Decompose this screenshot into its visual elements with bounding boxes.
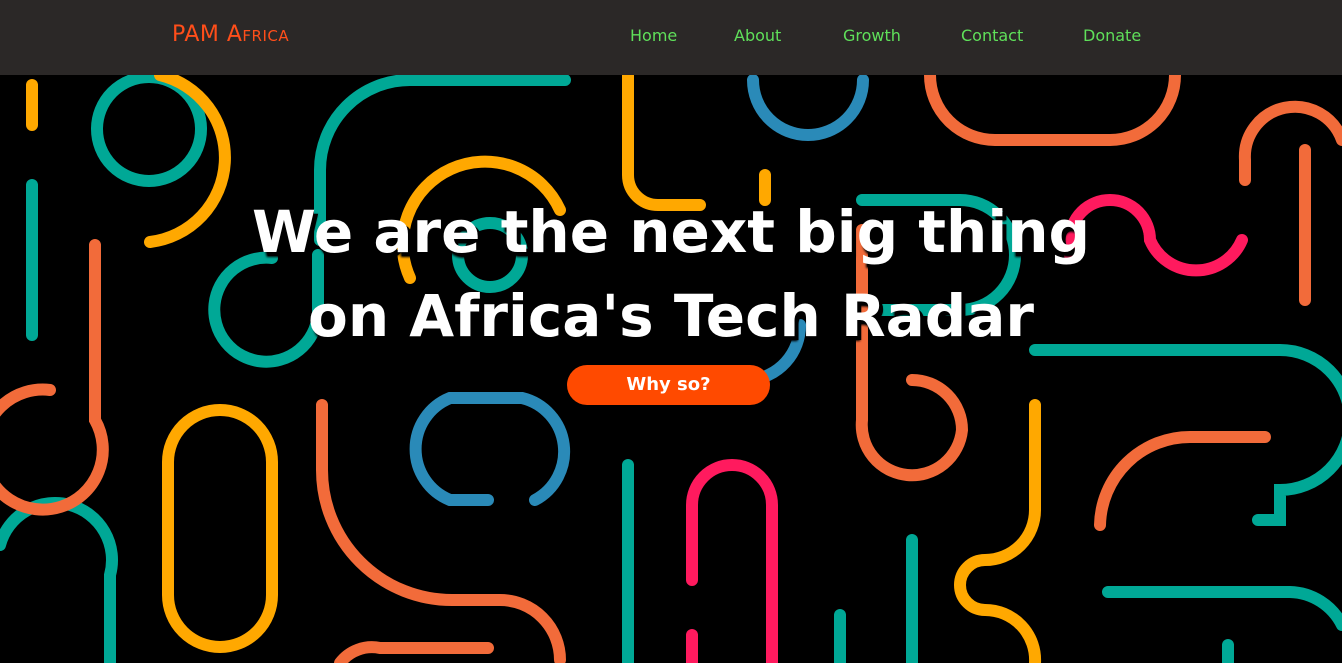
nav-link-about[interactable]: About [734,26,781,45]
hero-section: We are the next big thing on Africa's Te… [0,75,1342,663]
top-navbar: PAM Africa Home About Growth Contact Don… [0,0,1342,75]
nav-link-contact[interactable]: Contact [961,26,1023,45]
why-so-button[interactable]: Why so? [567,365,770,405]
nav-links: Home About Growth Contact Donate [0,26,1342,46]
headline-line-2: on Africa's Tech Radar [307,282,1035,350]
nav-link-growth[interactable]: Growth [843,26,901,45]
nav-link-donate[interactable]: Donate [1083,26,1141,45]
nav-link-home[interactable]: Home [630,26,677,45]
hero-headline: We are the next big thing on Africa's Te… [171,190,1171,358]
headline-line-1: We are the next big thing [251,198,1091,266]
